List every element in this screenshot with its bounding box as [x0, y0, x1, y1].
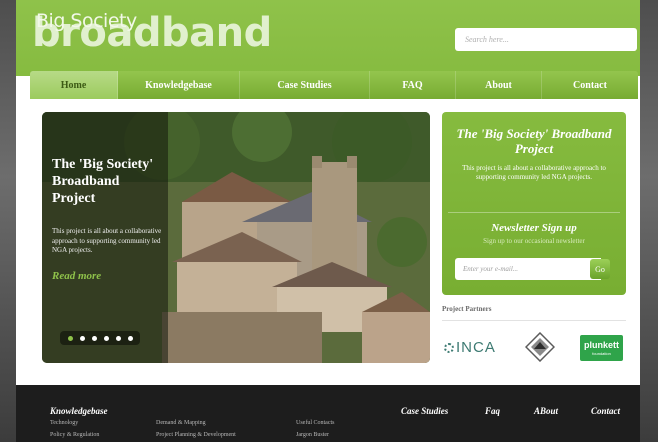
slide-dot-3[interactable]	[91, 335, 97, 341]
hero-slider[interactable]: The 'Big Society' Broadband Project This…	[42, 112, 430, 363]
footer-link[interactable]: Demand & Mapping	[156, 420, 206, 426]
project-info-box: The 'Big Society' Broadband Project This…	[442, 112, 626, 295]
nav-faq[interactable]: FAQ	[370, 71, 456, 99]
hero-description: This project is all about a collaborativ…	[52, 227, 162, 254]
partner-plunkett-logo[interactable]: plunkett foundation	[580, 335, 623, 361]
footer-link[interactable]: Jargon Buster	[296, 432, 329, 438]
slide-dot-2[interactable]	[79, 335, 85, 341]
nav-case-studies[interactable]: Case Studies	[240, 71, 370, 99]
footer-link[interactable]: Policy & Regulation	[50, 432, 99, 438]
hero-title: The 'Big Society' Broadband Project	[52, 157, 154, 206]
logo-tagline[interactable]: Big Society	[36, 10, 137, 32]
footer: Knowledgebase Technology Policy & Regula…	[16, 385, 640, 442]
newsletter-title: Newsletter Sign up	[491, 222, 577, 234]
footer-faq[interactable]: Faq	[485, 406, 500, 416]
partner-inca-label: INCA	[456, 339, 496, 356]
search-input[interactable]: Search here...	[455, 28, 637, 51]
go-button[interactable]: Go	[590, 259, 610, 279]
hero-caption-panel: The 'Big Society' Broadband Project This…	[42, 112, 168, 363]
divider	[448, 212, 620, 213]
slide-dot-1[interactable]	[67, 335, 73, 341]
sidebar-description: This project is all about a collaborativ…	[462, 164, 606, 181]
partner-inca-logo[interactable]: INCA	[444, 339, 496, 356]
footer-about[interactable]: ABout	[534, 406, 558, 416]
plunkett-name: plunkett	[584, 340, 619, 350]
slider-pagination	[60, 331, 140, 345]
divider	[442, 320, 626, 321]
partner-acre-logo[interactable]	[525, 332, 555, 362]
nav-knowledgebase[interactable]: Knowledgebase	[118, 71, 240, 99]
footer-case-studies[interactable]: Case Studies	[401, 406, 448, 416]
slide-dot-4[interactable]	[103, 335, 109, 341]
nav-about[interactable]: About	[456, 71, 542, 99]
footer-contact[interactable]: Contact	[591, 406, 620, 416]
read-more-link[interactable]: Read more	[52, 270, 101, 282]
sidebar-title: The 'Big Society' Broadband Project	[456, 126, 612, 156]
nav-contact[interactable]: Contact	[542, 71, 638, 99]
slide-dot-6[interactable]	[127, 335, 133, 341]
partners-heading: Project Partners	[442, 305, 492, 313]
nav-home[interactable]: Home	[30, 71, 118, 99]
email-field[interactable]: Enter your e-mail...	[455, 258, 601, 280]
main-nav: Home Knowledgebase Case Studies FAQ Abou…	[30, 71, 638, 99]
footer-link[interactable]: Project Planning & Development	[156, 432, 236, 438]
inca-mark-icon	[444, 342, 454, 353]
footer-knowledgebase-heading[interactable]: Knowledgebase	[50, 406, 108, 416]
page: broadband Big Society Search here... Hom…	[16, 0, 640, 442]
footer-link[interactable]: Useful Contacts	[296, 420, 335, 426]
header: broadband Big Society Search here...	[16, 0, 640, 76]
footer-link[interactable]: Technology	[50, 420, 78, 426]
newsletter-subtitle: Sign up to our occasional newsletter	[483, 237, 585, 245]
slide-dot-5[interactable]	[115, 335, 121, 341]
plunkett-sub: foundation	[592, 351, 611, 356]
